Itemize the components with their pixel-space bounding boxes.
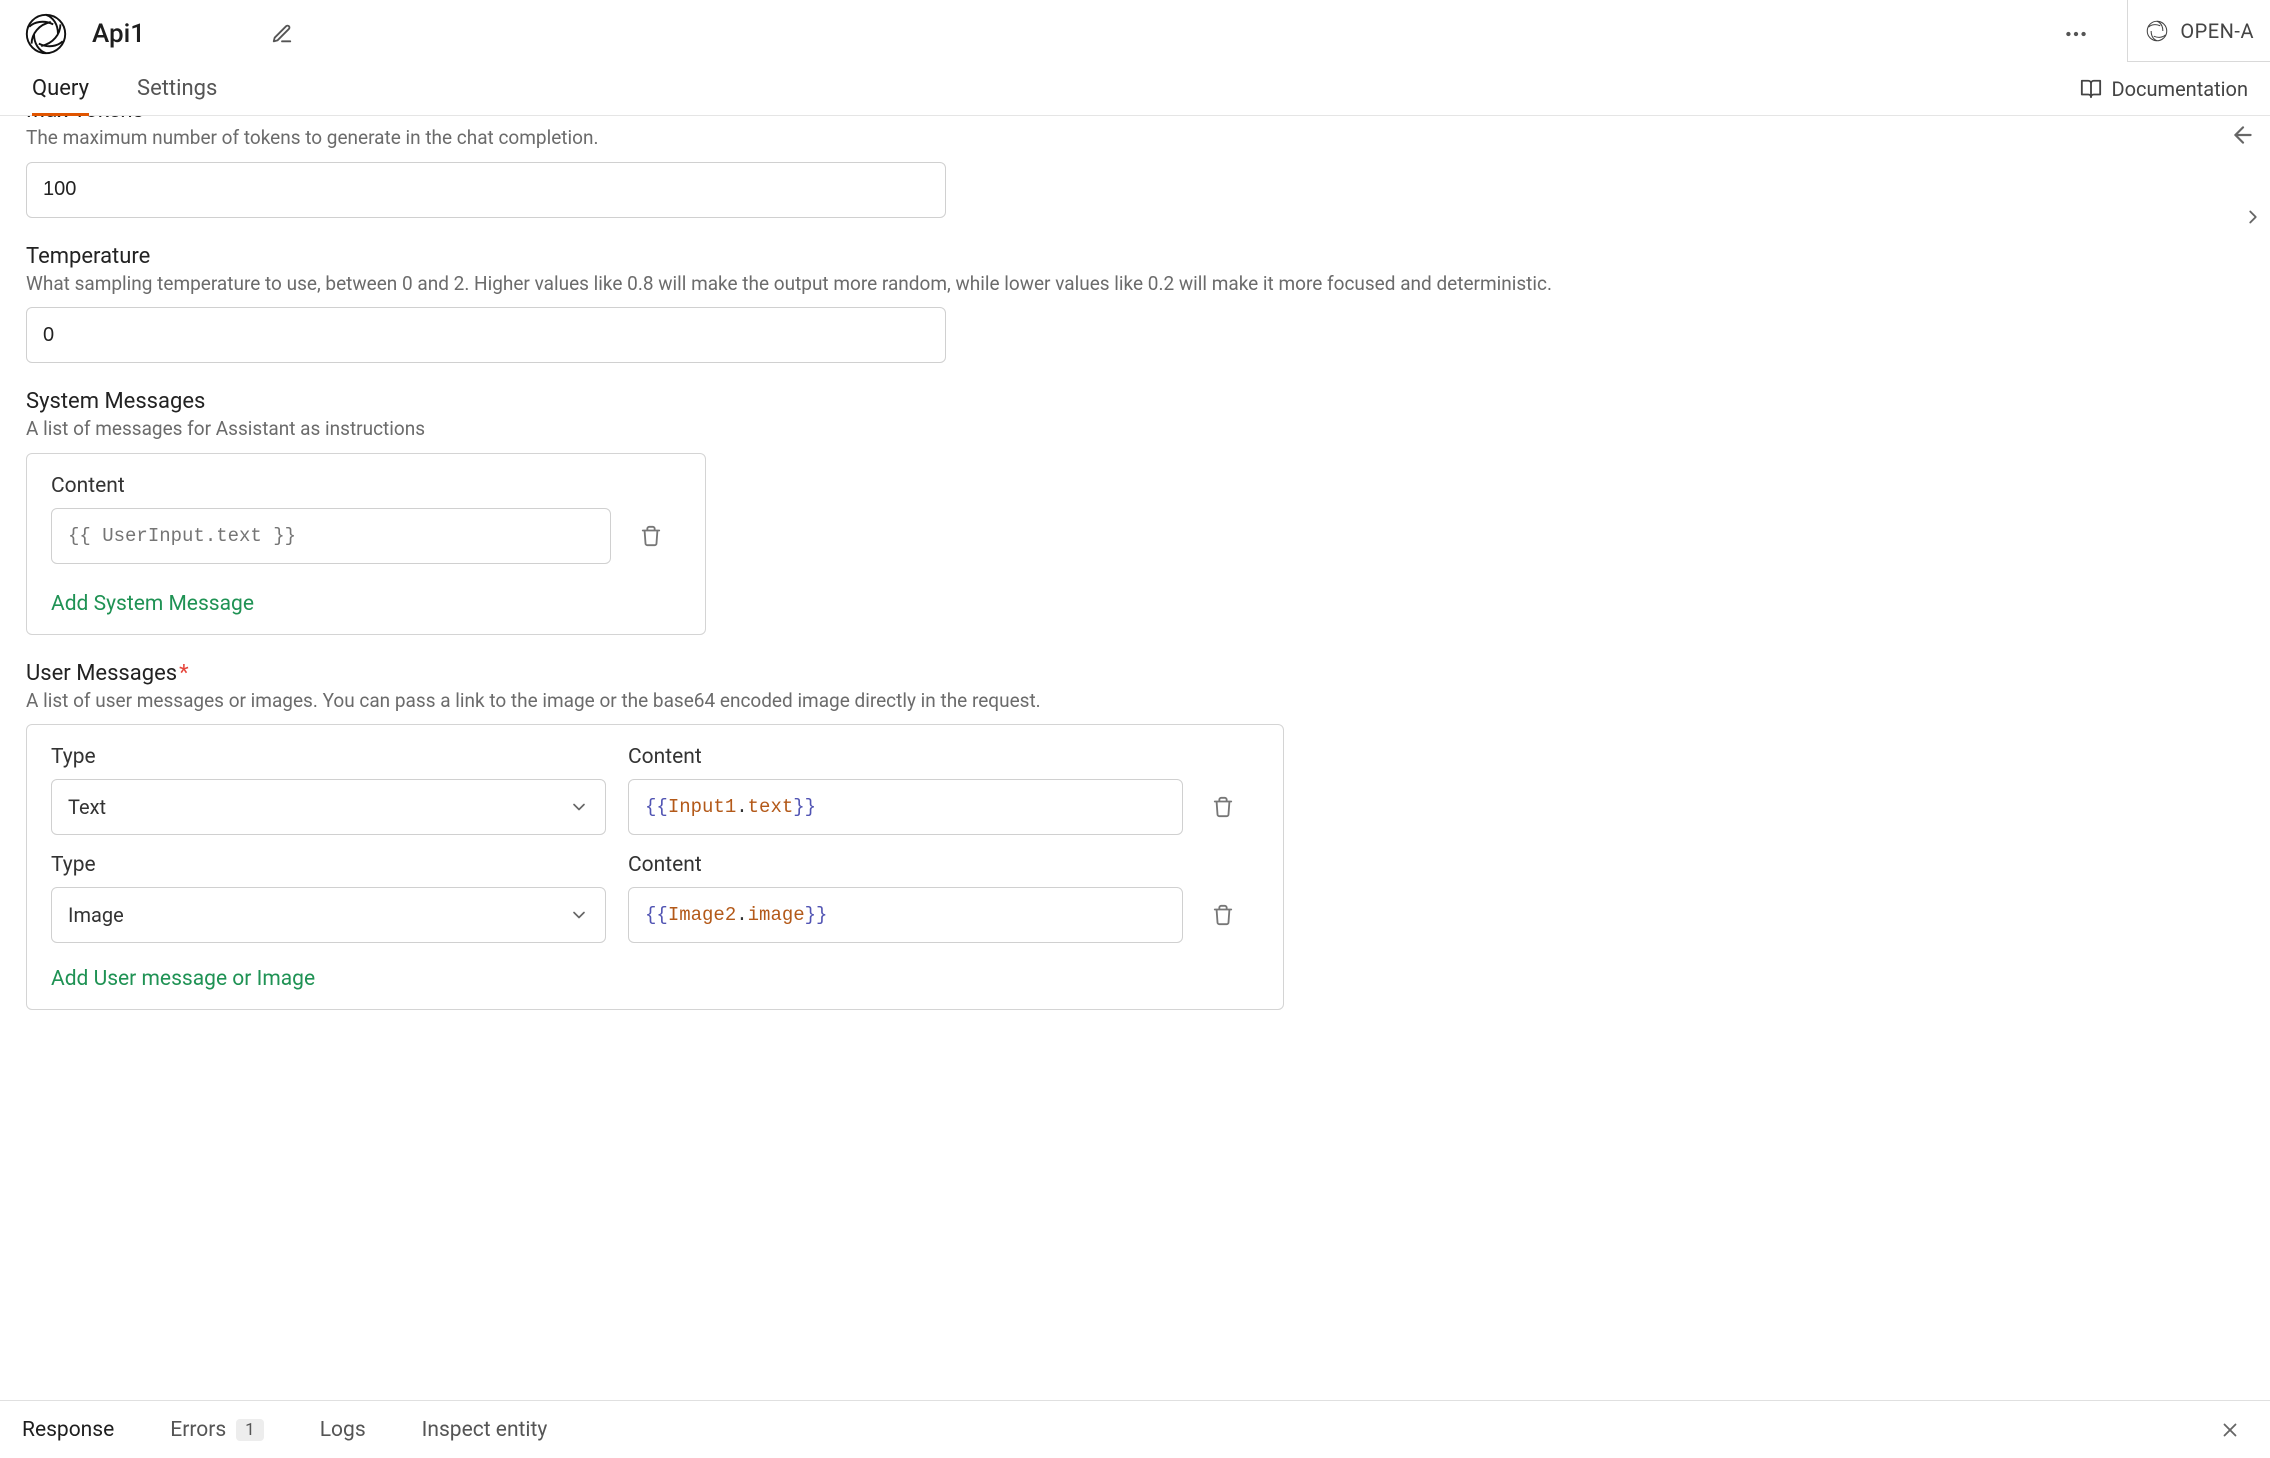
documentation-label: Documentation [2112,77,2249,101]
user-content-input[interactable]: {{Image2.image}} [628,887,1183,943]
panel-back-button[interactable] [2226,118,2260,152]
arrow-left-icon [2230,122,2256,148]
openai-logo-icon [22,10,70,58]
bottom-tab-inspect-label: Inspect entity [422,1418,548,1442]
tab-query[interactable]: Query [8,62,113,115]
max-tokens-desc: The maximum number of tokens to generate… [26,125,2244,152]
temperature-input[interactable] [26,307,946,363]
tab-settings[interactable]: Settings [113,62,241,115]
bottom-tab-errors[interactable]: Errors 1 [156,1418,277,1442]
user-type-select[interactable]: Text [51,779,606,835]
user-content-input[interactable]: {{Input1.text}} [628,779,1183,835]
close-bottom-panel-button[interactable] [2212,1412,2248,1448]
user-message-row: Type Image Content {{Image2.image}} [51,853,1259,943]
user-type-select[interactable]: Image [51,887,606,943]
max-tokens-title: Max Tokens [26,116,2244,123]
system-messages-desc: A list of messages for Assistant as inst… [26,416,2244,443]
system-messages-card: Content Add System Message [26,453,706,635]
environment-chip[interactable]: OPEN-A [2127,0,2270,62]
tab-query-label: Query [32,76,89,101]
errors-count-badge: 1 [236,1419,264,1441]
documentation-link[interactable]: Documentation [2080,77,2249,101]
max-tokens-input[interactable] [26,162,946,218]
user-type-value: Text [68,795,106,819]
bottom-tab-inspect[interactable]: Inspect entity [408,1418,562,1442]
add-user-message-button[interactable]: Add User message or Image [51,967,315,991]
user-messages-card: Type Text Content {{Input1.text}} [26,724,1284,1010]
required-star: * [179,661,188,686]
openai-small-icon [2144,18,2170,44]
user-type-value: Image [68,903,124,927]
environment-label: OPEN-A [2180,19,2254,43]
delete-system-message-button[interactable] [633,518,669,554]
bottom-tab-response[interactable]: Response [8,1418,128,1442]
book-icon [2080,78,2102,100]
user-content-label: Content [628,853,1183,877]
bottom-tab-response-label: Response [22,1418,114,1442]
close-icon [2219,1419,2241,1441]
trash-icon [1212,904,1234,926]
bottom-tab-errors-label: Errors [170,1418,226,1442]
chevron-down-icon [569,905,589,925]
user-messages-desc: A list of user messages or images. You c… [26,688,2244,715]
form-scroll-area[interactable]: Max Tokens The maximum number of tokens … [0,116,2270,1400]
edit-title-button[interactable] [265,17,299,51]
trash-icon [1212,796,1234,818]
trash-icon [640,525,662,547]
tab-settings-label: Settings [137,76,217,101]
user-messages-title-text: User Messages [26,661,177,686]
user-content-label: Content [628,745,1183,769]
chevron-right-icon [2242,206,2264,228]
system-messages-title: System Messages [26,389,2244,414]
delete-user-message-button[interactable] [1205,897,1241,933]
user-type-label: Type [51,745,606,769]
user-messages-title: User Messages* [26,661,2244,686]
chevron-down-icon [569,797,589,817]
page-title: Api1 [92,19,145,49]
temperature-title: Temperature [26,244,2244,269]
user-type-label: Type [51,853,606,877]
system-content-label: Content [51,474,681,498]
add-system-message-button[interactable]: Add System Message [51,592,254,616]
panel-forward-button[interactable] [2236,200,2270,234]
delete-user-message-button[interactable] [1205,789,1241,825]
bottom-tab-logs-label: Logs [320,1418,366,1442]
system-content-input[interactable] [51,508,611,564]
temperature-desc: What sampling temperature to use, betwee… [26,271,2244,298]
bottom-tab-logs[interactable]: Logs [306,1418,380,1442]
user-message-row: Type Text Content {{Input1.text}} [51,745,1259,835]
more-menu-button[interactable] [2054,12,2098,56]
